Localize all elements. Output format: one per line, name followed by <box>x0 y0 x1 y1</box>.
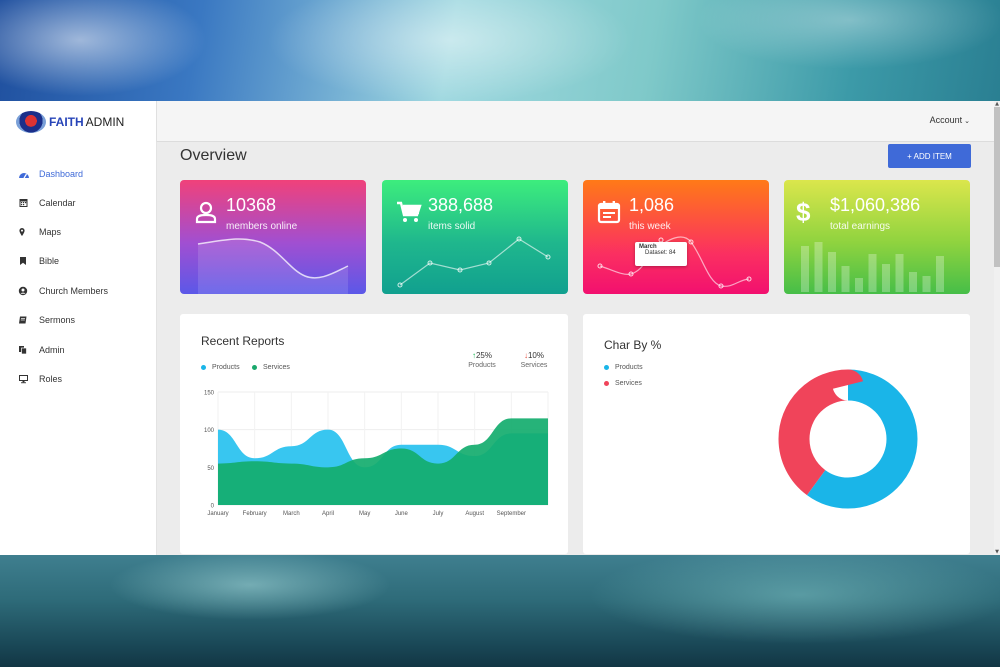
y-tick-label: 50 <box>207 466 214 472</box>
y-tick-label: 100 <box>204 428 215 434</box>
spark-bar <box>895 254 904 292</box>
sidebar-item-label: Maps <box>39 227 62 237</box>
char-by-card: Char By % Products Services <box>583 314 970 554</box>
chevron-down-icon: ⌄ <box>964 118 970 125</box>
items-sparkline <box>397 236 551 288</box>
y-tick-label: 0 <box>211 504 215 510</box>
top-bar: FAITH ADMIN Account ⌄ <box>0 101 1000 142</box>
spark-bar <box>801 246 809 292</box>
account-label: Account <box>929 115 963 125</box>
spark-bar <box>909 272 917 292</box>
x-tick-label: January <box>207 511 228 517</box>
brand-admin: ADMIN <box>85 114 125 129</box>
x-tick-label: August <box>465 511 484 517</box>
x-tick-label: April <box>322 511 334 517</box>
x-tick-label: June <box>395 511 409 517</box>
account-menu[interactable]: Account ⌄ <box>930 115 970 125</box>
stat-card-members: 10368 members online <box>180 180 366 294</box>
bookmark-icon <box>18 256 30 266</box>
calendar-icon <box>18 198 30 208</box>
x-tick-label: May <box>359 511 370 517</box>
spark-bar <box>828 252 836 292</box>
chart-tooltip: March Dataset: 84 <box>635 242 687 266</box>
scrollbar[interactable]: ▲ ▼ <box>994 101 1000 555</box>
x-tick-label: September <box>497 511 526 517</box>
sidebar: Dashboard Calendar Maps Bible Church Mem… <box>0 142 157 555</box>
sidebar-item-dashboard[interactable]: Dashboard <box>0 163 157 185</box>
char-by-donut-chart <box>778 369 918 509</box>
stat-card-items: 388,688 items solid <box>382 180 568 294</box>
sidebar-item-calendar[interactable]: Calendar <box>0 192 157 214</box>
spark-bar <box>814 242 823 292</box>
sidebar-item-bible[interactable]: Bible <box>0 250 157 272</box>
brand[interactable]: FAITH ADMIN <box>0 101 157 142</box>
recent-reports-card: Recent Reports Products Services ↑25% Pr… <box>180 314 568 554</box>
dashboard-icon <box>18 169 30 179</box>
donut-group <box>778 369 918 509</box>
spark-bar <box>936 256 944 292</box>
x-tick-label: July <box>433 511 444 517</box>
spark-bar <box>841 266 850 292</box>
spark-bar <box>922 276 931 292</box>
main-content: Overview + ADD ITEM 10368 members online… <box>157 142 994 555</box>
app-window: FAITH ADMIN Account ⌄ Dashboard Calendar … <box>0 101 1000 555</box>
stat-card-week: 1,086 this week March Dataset: 84 <box>583 180 769 294</box>
scroll-thumb[interactable] <box>994 107 1000 267</box>
tooltip-value: Dataset: 84 <box>645 250 676 256</box>
copy-icon <box>18 345 30 355</box>
x-tick-label: February <box>243 511 267 517</box>
members-sparkline <box>197 238 349 294</box>
y-tick-label: 150 <box>204 391 215 397</box>
desktop-icon <box>18 374 30 384</box>
user-circle-icon <box>18 286 30 296</box>
brand-faith: FAITH <box>49 114 84 129</box>
sidebar-item-label: Dashboard <box>39 169 84 179</box>
book-icon <box>18 315 30 325</box>
sidebar-item-roles[interactable]: Roles <box>0 368 157 390</box>
sidebar-item-label: Calendar <box>39 198 76 208</box>
background-water-top <box>0 0 1000 101</box>
sidebar-item-admin[interactable]: Admin <box>0 339 157 361</box>
earnings-bar-sparkline <box>801 242 944 292</box>
sidebar-item-label: Admin <box>39 345 65 355</box>
sidebar-item-maps[interactable]: Maps <box>0 221 157 243</box>
sidebar-item-label: Roles <box>39 374 63 384</box>
scroll-down-icon[interactable]: ▼ <box>994 549 1000 555</box>
stat-card-earnings: $ $1,060,386 total earnings <box>784 180 970 294</box>
sidebar-item-label: Sermons <box>39 315 76 325</box>
recent-reports-area-chart: 0 50 100 150 January February March April May Jun… <box>204 391 549 517</box>
page-title: Overview <box>180 147 247 164</box>
sidebar-item-label: Bible <box>39 256 60 266</box>
x-tick-label: March <box>283 511 300 517</box>
sidebar-item-label: Church Members <box>39 286 109 296</box>
map-marker-icon <box>18 227 30 237</box>
logo-icon <box>16 110 46 133</box>
sidebar-item-church-members[interactable]: Church Members <box>0 280 157 302</box>
spark-bar <box>882 264 890 292</box>
spark-bar <box>868 254 877 292</box>
week-sparkline <box>597 236 752 289</box>
add-item-button[interactable]: + ADD ITEM <box>888 144 971 168</box>
background-water-bottom <box>0 555 1000 667</box>
spark-bar <box>855 278 863 292</box>
sidebar-item-sermons[interactable]: Sermons <box>0 309 157 331</box>
